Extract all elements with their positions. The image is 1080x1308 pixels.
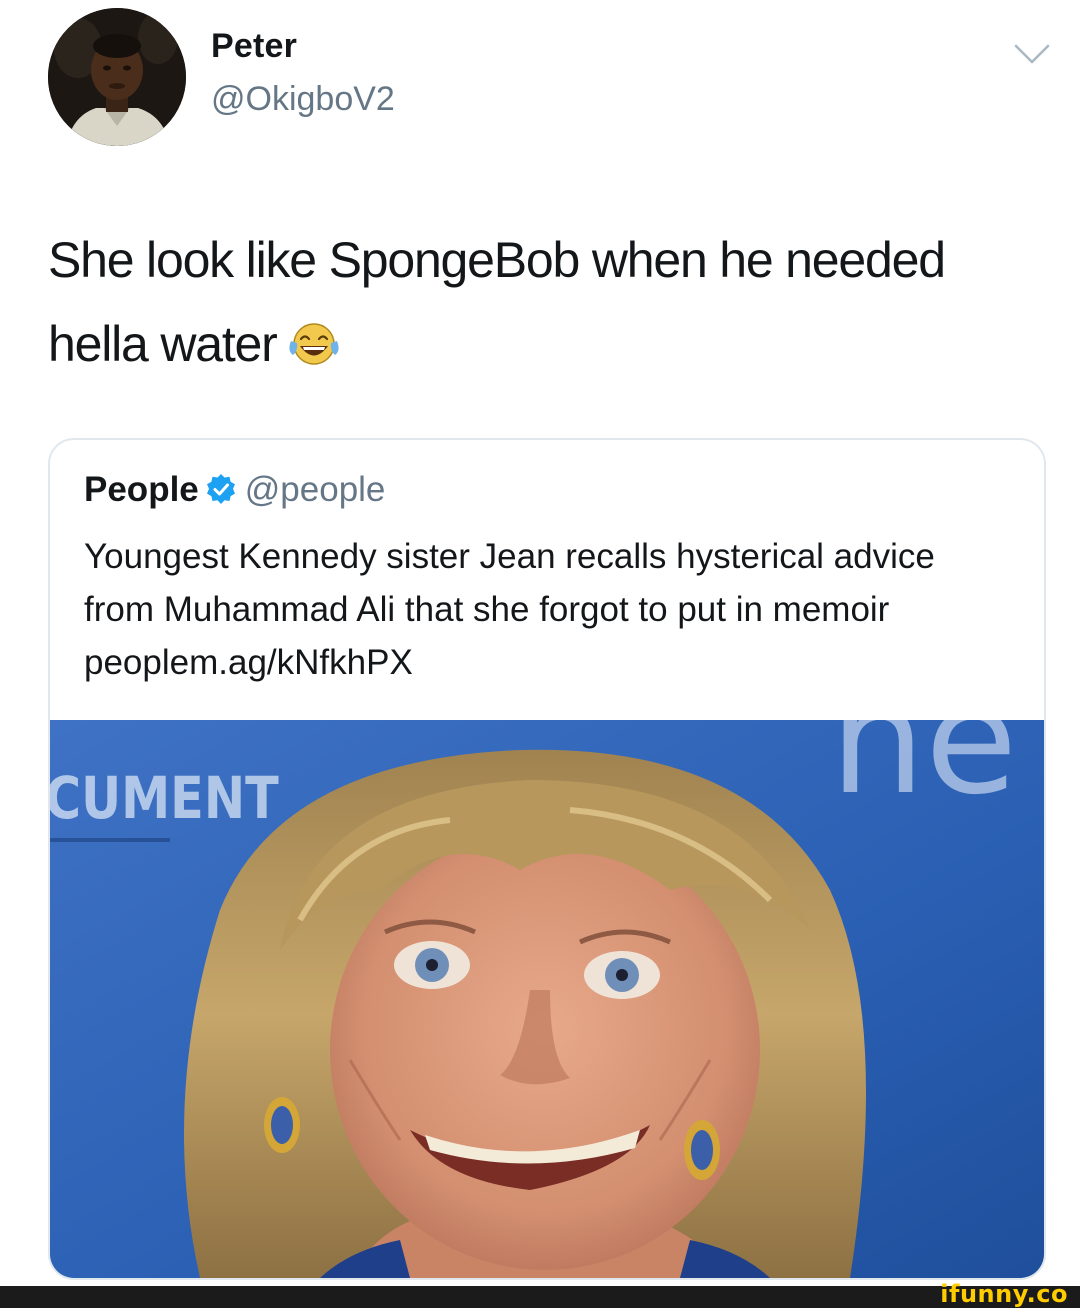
- watermark-bar: ifunny.co: [0, 1280, 1080, 1308]
- face-with-tears-of-joy-icon: [289, 323, 339, 365]
- verified-badge-icon: [206, 474, 235, 504]
- author-name[interactable]: Peter: [211, 27, 297, 66]
- quoted-tweet-text: Youngest Kennedy sister Jean recalls hys…: [84, 537, 935, 682]
- tweet-screenshot: Peter @OkigboV2 She look like SpongeBob …: [0, 0, 1080, 1308]
- author-handle[interactable]: @OkigboV2: [211, 80, 395, 119]
- backdrop-text-right: ne: [830, 720, 1017, 828]
- backdrop-text-left: CUMENT: [50, 764, 279, 832]
- tweet-text-block: She look like SpongeBob when he needed h…: [48, 218, 1038, 386]
- portrait-photo: CUMENT ne: [50, 720, 1044, 1278]
- quoted-tweet-photo[interactable]: CUMENT ne: [50, 720, 1044, 1278]
- avatar-photo: [48, 8, 186, 146]
- chevron-down-icon[interactable]: [1012, 40, 1052, 70]
- quoted-author-name[interactable]: People: [84, 470, 199, 509]
- tweet-text: She look like SpongeBob when he needed h…: [48, 232, 946, 372]
- ifunny-watermark: ifunny.co: [940, 1280, 1068, 1308]
- author-avatar[interactable]: [48, 8, 186, 146]
- quoted-tweet-card[interactable]: People @people Youngest Kennedy sister J…: [48, 438, 1046, 1280]
- quoted-author-handle[interactable]: @people: [245, 470, 386, 509]
- quoted-tweet-header: People @people: [84, 470, 385, 510]
